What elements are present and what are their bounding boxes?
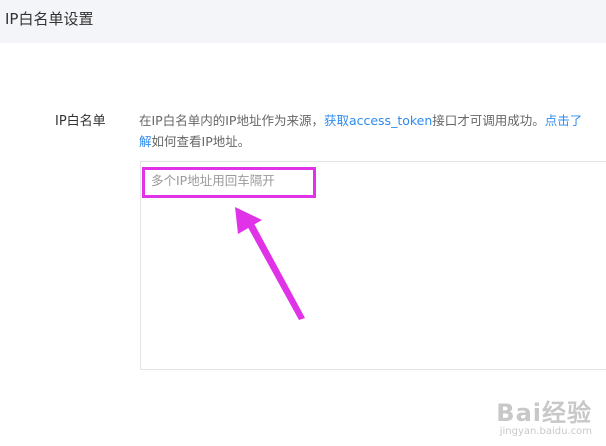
ip-whitelist-description: 在IP白名单内的IP地址作为来源，获取access_token接口才可调用成功。… <box>139 110 606 152</box>
get-access-token-link[interactable]: 获取access_token <box>324 113 432 128</box>
learn-more-link-continued[interactable]: 解 <box>139 134 152 149</box>
description-line-1: 在IP白名单内的IP地址作为来源，获取access_token接口才可调用成功。… <box>139 110 606 131</box>
ip-whitelist-label: IP白名单 <box>55 114 106 129</box>
page-header: IP白名单设置 <box>0 0 606 43</box>
learn-more-link[interactable]: 点击了 <box>545 113 583 128</box>
page-title: IP白名单设置 <box>5 10 94 28</box>
watermark-logo: Bai经验 <box>496 399 592 427</box>
description-text-1: 在IP白名单内的IP地址作为来源， <box>139 113 324 128</box>
description-text-2: 接口才可调用成功。 <box>432 113 545 128</box>
watermark-url: jingyan.baidu.com <box>499 426 592 437</box>
description-line-2: 解如何查看IP地址。 <box>139 131 606 152</box>
ip-whitelist-textarea[interactable] <box>140 161 606 370</box>
page: IP白名单设置 IP白名单 在IP白名单内的IP地址作为来源，获取access_… <box>0 0 606 446</box>
watermark: Bai经验 jingyan.baidu.com <box>496 400 592 438</box>
description-text-3: 如何查看IP地址。 <box>151 134 251 149</box>
